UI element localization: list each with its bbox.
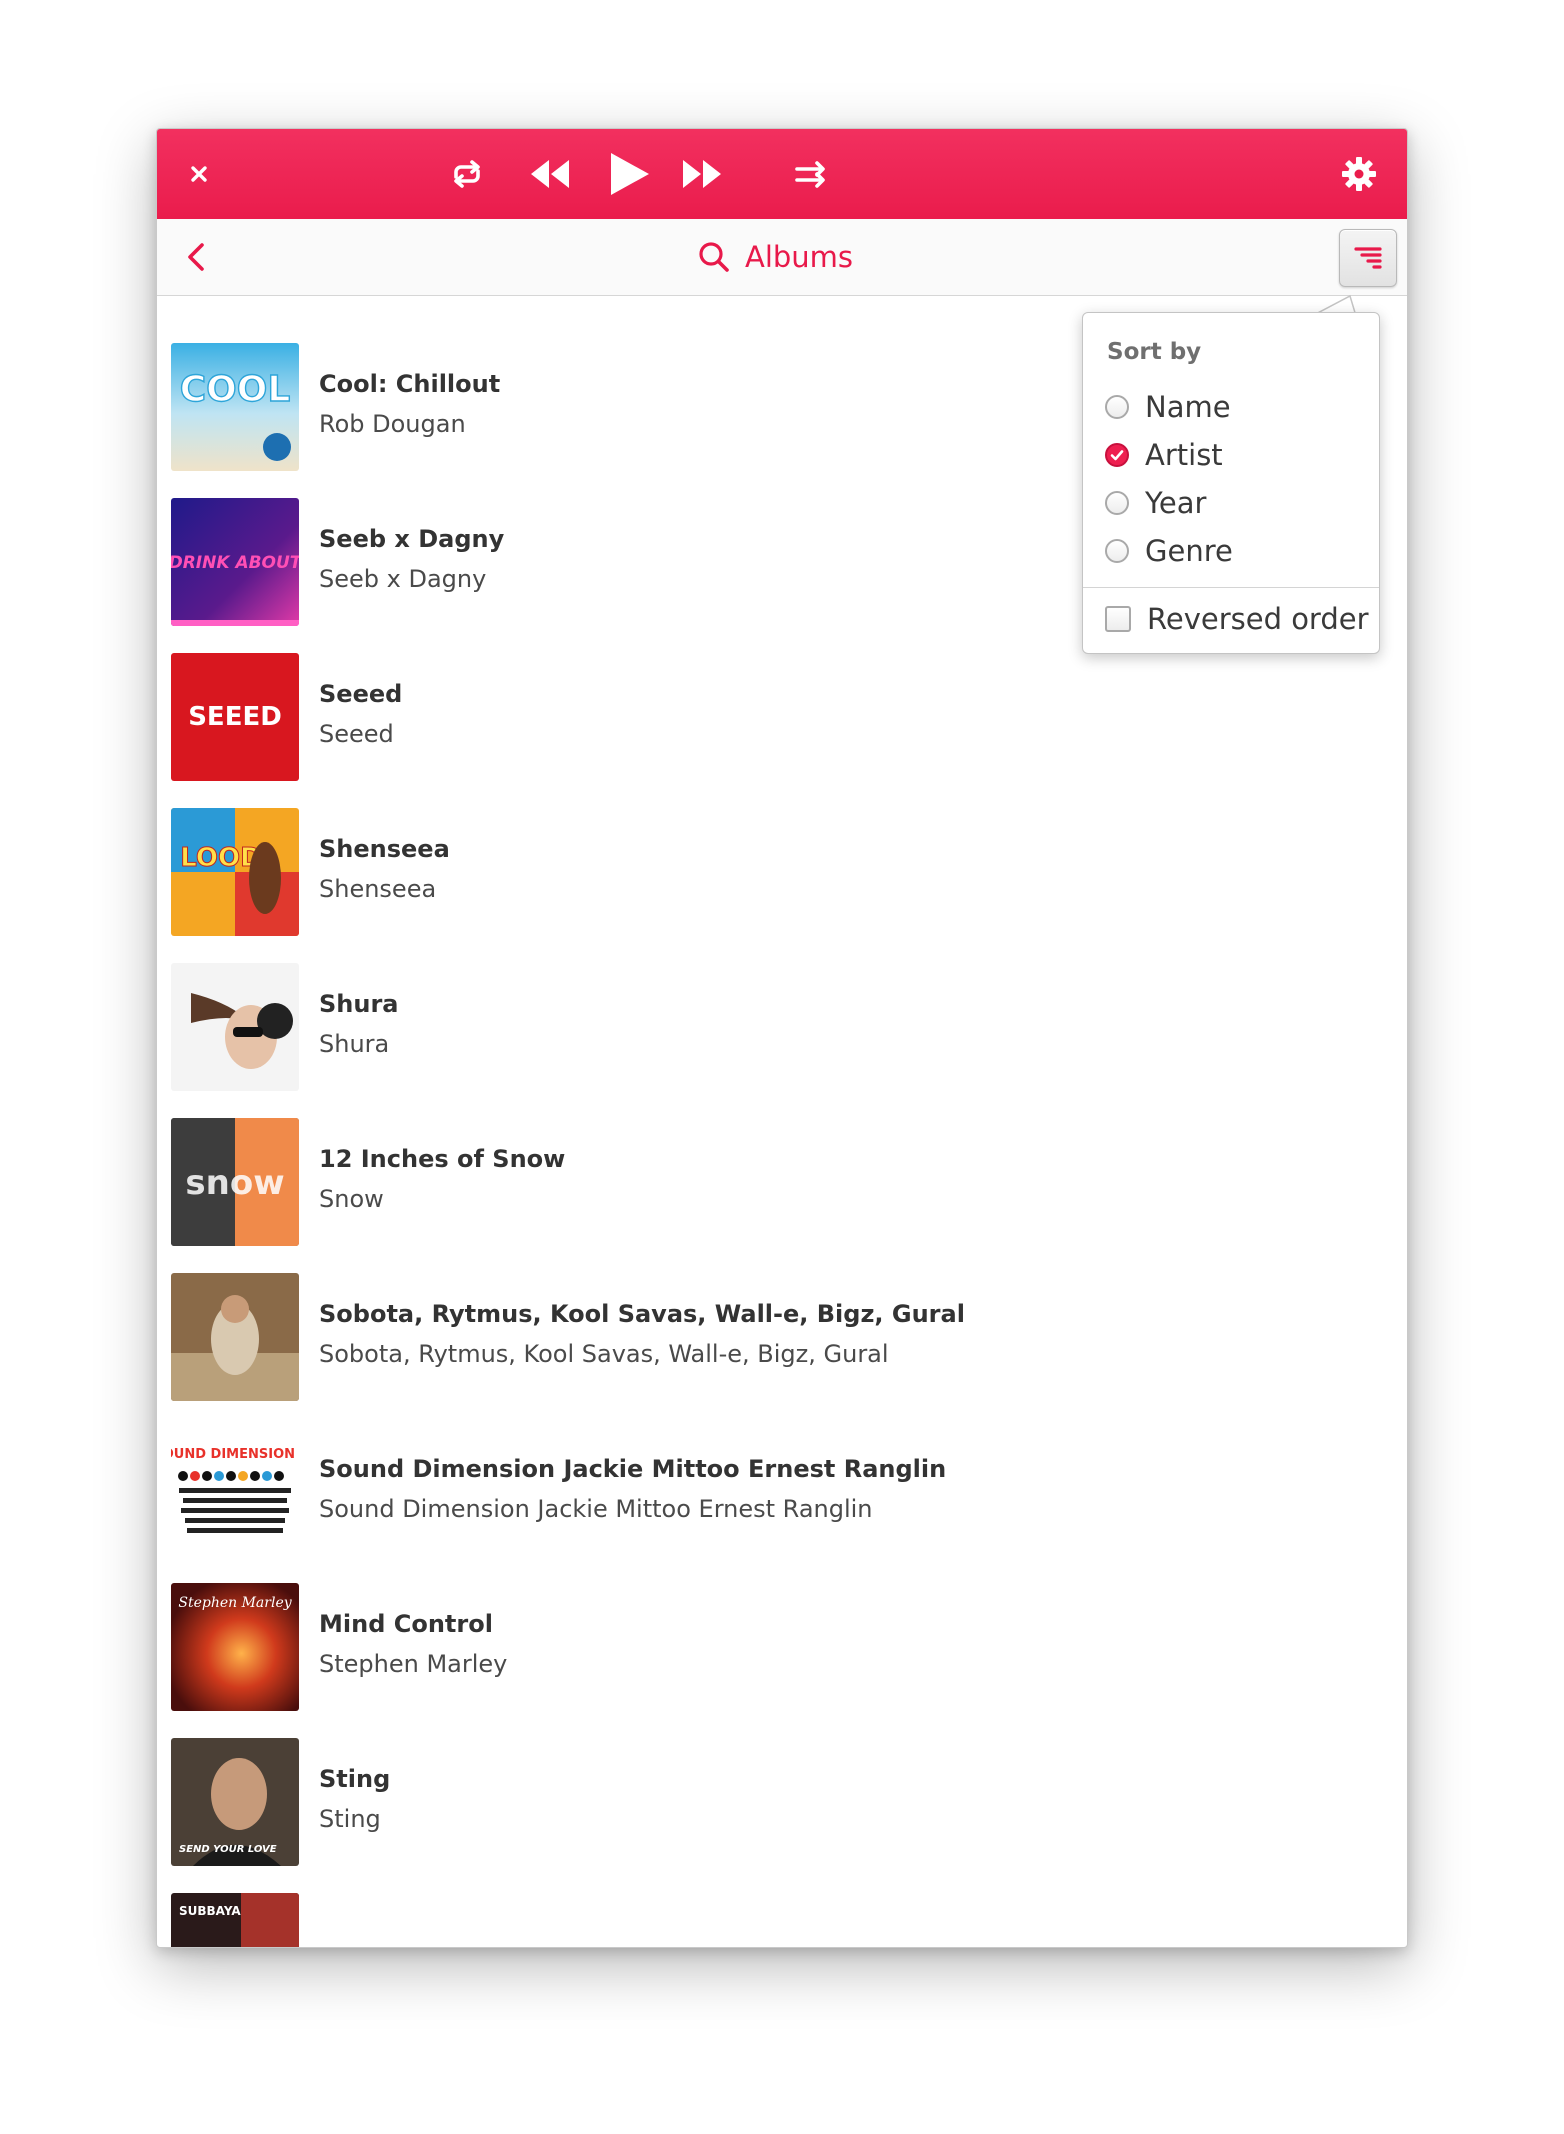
player-titlebar — [157, 129, 1407, 220]
album-cover: DRINK ABOUT — [171, 498, 299, 626]
search-icon — [699, 242, 729, 272]
album-cover: SEND YOUR LOVE — [171, 1738, 299, 1866]
sort-icon — [1354, 247, 1382, 269]
sort-option-artist[interactable]: Artist — [1105, 435, 1223, 475]
page-title: Albums — [745, 240, 854, 274]
repeat-button[interactable] — [437, 129, 497, 219]
album-cover: COOL — [171, 343, 299, 471]
album-title: Sting — [319, 1765, 391, 1793]
fast-forward-icon — [683, 160, 721, 188]
list-item[interactable]: Shura Shura — [171, 963, 1371, 1091]
list-item[interactable]: LOOD Shenseea Shenseea — [171, 808, 1371, 936]
back-button[interactable] — [177, 237, 217, 277]
album-title: Sobota, Rytmus, Kool Savas, Wall-e, Bigz… — [319, 1300, 965, 1328]
list-item[interactable]: Stephen Marley Mind Control Stephen Marl… — [171, 1583, 1371, 1711]
album-artist: Seeed — [319, 720, 394, 748]
sort-heading: Sort by — [1107, 339, 1202, 365]
album-title: Sound Dimension Jackie Mittoo Ernest Ran… — [319, 1455, 947, 1483]
divider — [1083, 587, 1379, 588]
cover-text: snow — [185, 1163, 284, 1203]
list-item[interactable]: snow 12 Inches of Snow Snow — [171, 1118, 1371, 1246]
radio-button[interactable] — [1105, 443, 1129, 467]
shuffle-button[interactable] — [781, 129, 841, 219]
list-item[interactable]: SEEED Seeed Seeed — [171, 653, 1371, 781]
album-artist: Snow — [319, 1185, 384, 1213]
album-cover: SOUND DIMENSION — [171, 1428, 299, 1556]
sort-popover: Sort by Name Artist Year Genre Reversed … — [1082, 312, 1380, 654]
album-cover — [171, 963, 299, 1091]
cover-text: SUBBAYA — [179, 1904, 241, 1918]
rewind-icon — [531, 160, 569, 188]
radio-button[interactable] — [1105, 539, 1129, 563]
sort-option-label: Name — [1145, 390, 1231, 424]
list-item[interactable]: SUBBAYA — [171, 1893, 1371, 1947]
cover-text: DRINK ABOUT — [171, 553, 299, 573]
album-title: Shenseea — [319, 835, 450, 863]
album-artist: Shenseea — [319, 875, 437, 903]
list-item[interactable]: Sobota, Rytmus, Kool Savas, Wall-e, Bigz… — [171, 1273, 1371, 1401]
header-toolbar: Albums — [157, 219, 1407, 296]
album-title: 12 Inches of Snow — [319, 1145, 566, 1173]
sort-option-label: Genre — [1145, 534, 1233, 568]
album-title: Seeed — [319, 680, 403, 708]
album-artist: Seeb x Dagny — [319, 565, 487, 593]
search-title[interactable]: Albums — [697, 219, 853, 295]
album-title: Shura — [319, 990, 399, 1018]
play-icon — [611, 153, 649, 195]
album-title: Mind Control — [319, 1610, 493, 1638]
album-artist: Sobota, Rytmus, Kool Savas, Wall-e, Bigz… — [319, 1340, 889, 1368]
shuffle-icon — [795, 161, 825, 188]
cover-text: SOUND DIMENSION — [171, 1447, 295, 1462]
sort-option-label: Year — [1145, 486, 1207, 520]
close-icon — [191, 166, 207, 182]
album-artist: Sting — [319, 1805, 381, 1833]
settings-button[interactable] — [1327, 129, 1391, 219]
radio-button[interactable] — [1105, 491, 1129, 515]
cover-text: SEEED — [188, 702, 282, 732]
reversed-order-checkbox[interactable] — [1105, 606, 1131, 632]
cover-text: LOOD — [180, 843, 261, 873]
album-cover — [171, 1273, 299, 1401]
album-cover: SUBBAYA — [171, 1893, 299, 1947]
sort-option-name[interactable]: Name — [1105, 387, 1231, 427]
album-artist: Sound Dimension Jackie Mittoo Ernest Ran… — [319, 1495, 873, 1523]
album-title: Seeb x Dagny — [319, 525, 505, 553]
album-title: Cool: Chillout — [319, 370, 501, 398]
chevron-left-icon — [188, 243, 204, 271]
radio-button[interactable] — [1105, 395, 1129, 419]
album-cover: Stephen Marley — [171, 1583, 299, 1711]
close-button[interactable] — [171, 129, 227, 219]
cover-text: COOL — [180, 369, 291, 410]
list-item[interactable]: SEND YOUR LOVE Sting Sting — [171, 1738, 1371, 1866]
album-cover: snow — [171, 1118, 299, 1246]
list-item[interactable]: SOUND DIMENSION Sound Dimension Jackie M… — [171, 1428, 1371, 1556]
album-cover: LOOD — [171, 808, 299, 936]
album-cover: SEEED — [171, 653, 299, 781]
repeat-icon — [454, 160, 480, 188]
play-button[interactable] — [589, 129, 669, 219]
rewind-button[interactable] — [513, 129, 585, 219]
fast-forward-button[interactable] — [667, 129, 739, 219]
album-artist: Stephen Marley — [319, 1650, 508, 1678]
gear-icon — [1342, 157, 1376, 191]
checkmark-icon — [1110, 450, 1124, 461]
reversed-order-option[interactable]: Reversed order — [1105, 599, 1369, 639]
sort-option-label: Artist — [1145, 438, 1223, 472]
cover-text: Stephen Marley — [178, 1595, 292, 1611]
sort-option-genre[interactable]: Genre — [1105, 531, 1233, 571]
sort-menu-button[interactable] — [1339, 229, 1397, 287]
album-artist: Shura — [319, 1030, 390, 1058]
reversed-order-label: Reversed order — [1147, 602, 1369, 636]
album-artist: Rob Dougan — [319, 410, 466, 438]
sort-option-year[interactable]: Year — [1105, 483, 1206, 523]
cover-text: SEND YOUR LOVE — [179, 1844, 277, 1855]
